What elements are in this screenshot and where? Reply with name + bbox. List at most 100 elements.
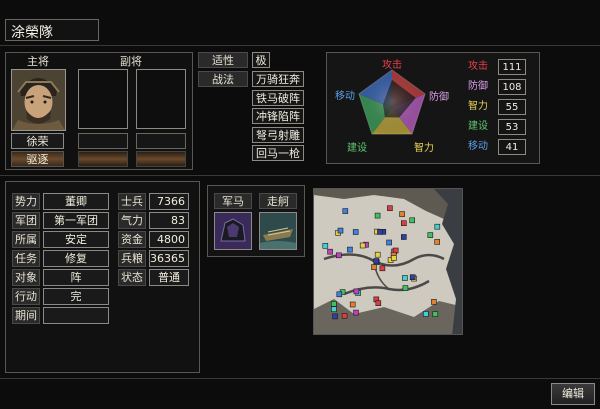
stat-value: 55: [498, 99, 526, 115]
edit-button[interactable]: 编辑: [551, 383, 595, 405]
city-marker: [402, 285, 409, 291]
info-value: 完: [43, 288, 109, 305]
city-marker: [386, 239, 392, 246]
deputy-generals: 副将: [71, 55, 191, 167]
city-marker: [336, 291, 343, 298]
info-value: 修复: [43, 250, 109, 267]
city-marker: [331, 306, 337, 312]
city-marker: [359, 242, 366, 249]
city-marker: [434, 223, 441, 230]
tactic-item[interactable]: 万骑狂奔: [252, 71, 304, 87]
city-marker: [353, 309, 359, 316]
info-label: 所属: [12, 231, 40, 248]
city-marker: [423, 311, 429, 317]
deputy-name-slot-1: [78, 133, 128, 149]
city-marker: [391, 255, 397, 261]
city-marker: [431, 299, 437, 305]
horse-label: 军马: [214, 193, 252, 209]
info-label: 对象: [12, 269, 40, 286]
city-marker: [332, 313, 338, 320]
radar-label-defense: 防御: [429, 90, 449, 103]
radar-label-move: 移动: [335, 89, 355, 102]
stat-list: 攻击 111 防御 108 智力 55 建设 53 移动 41: [464, 59, 532, 159]
city-marker: [335, 252, 342, 259]
stat-value: 111: [498, 59, 526, 75]
info-list: 势力 董卿 军团 第一军团 所属 安定 任务 修复 对象 阵 行动 完 期间: [12, 193, 112, 324]
city-marker: [374, 212, 381, 219]
troop-list: 士兵 7366 气力 83 资金 4800 兵粮 36365 状态 普通: [118, 193, 196, 293]
troop-label: 士兵: [118, 193, 146, 210]
troop-value: 7366: [149, 193, 189, 210]
radar-label-attack: 攻击: [382, 58, 402, 71]
main-general-portrait[interactable]: [11, 69, 66, 131]
city-marker: [375, 300, 382, 306]
city-marker: [330, 301, 337, 307]
city-marker: [401, 234, 407, 240]
aptitude-label: 适性: [198, 52, 248, 68]
main-general-column: 主将 徐荣 驱逐: [9, 55, 67, 167]
info-label: 期间: [12, 307, 40, 324]
city-marker: [377, 229, 383, 235]
radar-chart: 攻击 防御 智力 建设 移动: [335, 58, 449, 154]
city-marker: [327, 248, 333, 255]
city-marker: [387, 205, 393, 212]
info-value: 第一军团: [43, 212, 109, 229]
info-value: 董卿: [43, 193, 109, 210]
middle-separator: [0, 175, 600, 176]
city-marker: [373, 258, 380, 264]
troop-label: 气力: [118, 212, 146, 229]
troop-value: 普通: [149, 269, 189, 286]
tactic-item[interactable]: 回马一枪: [252, 145, 304, 161]
deputy-slot-1[interactable]: [78, 69, 128, 129]
troop-value: 83: [149, 212, 189, 229]
city-marker: [379, 265, 386, 272]
stat-label: 防御: [468, 81, 488, 92]
horse-equipment-icon[interactable]: [214, 212, 252, 250]
unit-title-box: 涂榮隊: [5, 19, 99, 41]
city-marker: [409, 217, 415, 224]
city-marker: [341, 313, 348, 319]
stat-label: 建设: [468, 121, 488, 132]
tactic-item[interactable]: 冲锋陷阵: [252, 108, 304, 124]
main-general-header: 主将: [27, 55, 49, 68]
radar-shine: [359, 70, 425, 134]
city-marker: [322, 242, 329, 249]
ship-equipment-icon[interactable]: [259, 212, 297, 250]
radar-label-intellect: 智力: [414, 141, 434, 154]
city-marker: [434, 239, 440, 245]
deputy-trait-slot-1: [78, 151, 128, 167]
unit-name: 涂榮隊: [11, 25, 53, 41]
tactic-item[interactable]: 弩弓射雕: [252, 127, 304, 143]
troop-label: 状态: [118, 269, 146, 286]
city-marker: [401, 220, 407, 227]
aptitude-value: 极: [252, 52, 270, 68]
city-marker: [402, 275, 408, 281]
title-separator: [0, 45, 600, 46]
troop-label: 资金: [118, 231, 146, 248]
info-label: 军团: [12, 212, 40, 229]
main-general-name[interactable]: 徐荣: [11, 133, 64, 149]
deputy-general-header: 副将: [120, 55, 142, 68]
info-label: 行动: [12, 288, 40, 305]
city-marker: [352, 229, 359, 235]
stat-value: 41: [498, 139, 526, 155]
troop-value: 36365: [149, 250, 189, 267]
tactics-label: 战法: [198, 71, 248, 87]
ship-label: 走舸: [259, 193, 297, 209]
unit-location-map[interactable]: [313, 188, 463, 335]
deputy-slot-2[interactable]: [136, 69, 186, 129]
bottom-separator: [0, 378, 600, 379]
info-label: 任务: [12, 250, 40, 267]
stat-label: 智力: [468, 101, 488, 112]
main-general-trait: 驱逐: [11, 151, 64, 167]
stat-label: 移动: [468, 141, 488, 152]
stat-value: 108: [498, 79, 526, 95]
city-marker: [347, 246, 353, 253]
info-value: 阵: [43, 269, 109, 286]
tactic-item[interactable]: 铁马破阵: [252, 90, 304, 106]
troop-value: 4800: [149, 231, 189, 248]
info-value: 安定: [43, 231, 109, 248]
city-marker: [349, 301, 356, 308]
radar-label-build: 建设: [347, 141, 367, 154]
city-marker: [371, 264, 377, 270]
